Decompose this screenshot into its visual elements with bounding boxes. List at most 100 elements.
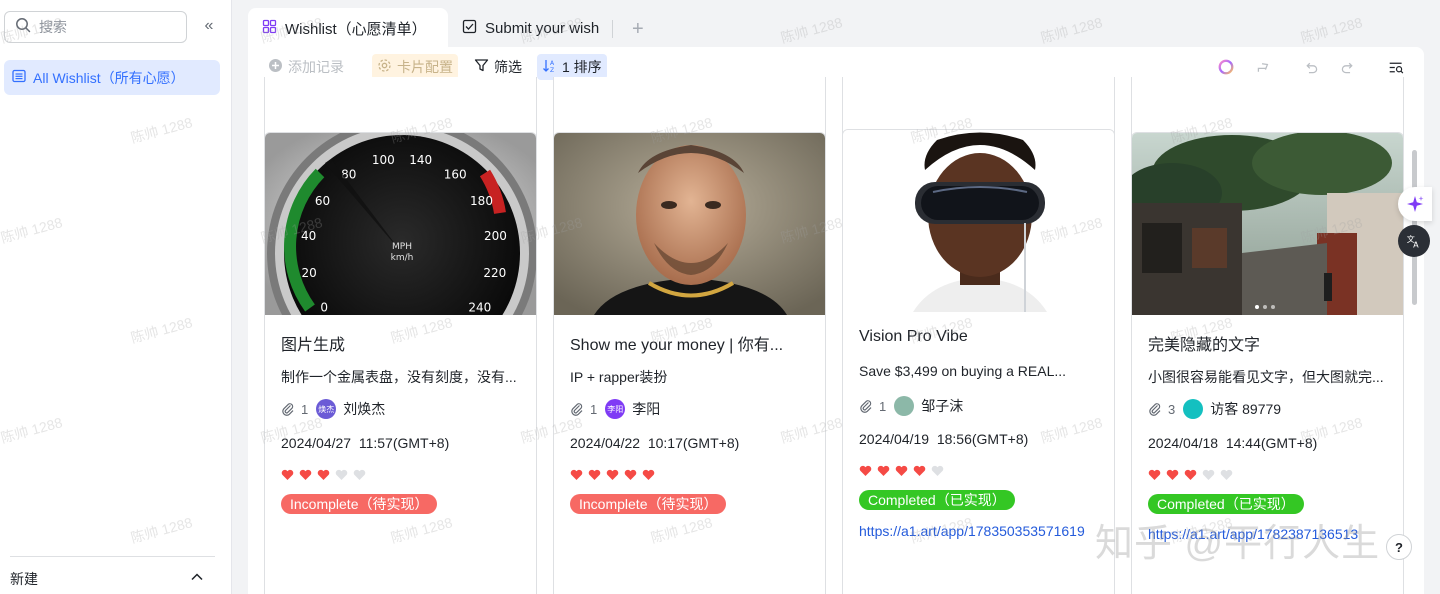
heart-empty-icon[interactable] — [1202, 469, 1215, 481]
heart-filled-icon[interactable] — [317, 469, 330, 481]
heart-filled-icon[interactable] — [1148, 469, 1161, 481]
heart-filled-icon[interactable] — [624, 469, 637, 481]
card-title: Show me your money | 你有... — [570, 337, 784, 354]
gauge-tick-label: 60 — [315, 194, 330, 208]
list-icon — [12, 69, 33, 86]
heart-empty-icon[interactable] — [931, 465, 944, 477]
gauge-tick-label: 40 — [301, 229, 316, 243]
heart-filled-icon[interactable] — [570, 469, 583, 481]
add-record-label: 添加记录 — [288, 59, 344, 75]
sort-icon: AZ — [542, 58, 562, 76]
status-badge: Completed（已实现） — [859, 490, 1015, 510]
card-description: IP + rapper装扮 — [570, 369, 668, 385]
add-circle-icon — [268, 58, 288, 76]
tab-label: Wishlist（心愿清单） — [285, 20, 427, 38]
card-date: 2024/04/27 11:57(GMT+8) — [281, 435, 450, 451]
heart-filled-icon[interactable] — [1166, 469, 1179, 481]
tab-wishlist[interactable]: Wishlist（心愿清单） — [248, 8, 448, 48]
svg-text:Z: Z — [550, 67, 554, 73]
card-3[interactable]: Vision Pro Vibe Save $3,499 on buying a … — [842, 129, 1115, 594]
card-date: 2024/04/19 18:56(GMT+8) — [859, 431, 1029, 447]
gauge-tick-label: 0 — [320, 301, 328, 315]
search-input[interactable] — [39, 19, 169, 35]
gauge-tick-label: 240 — [468, 301, 491, 315]
heart-filled-icon[interactable] — [895, 465, 908, 477]
chevron-up-icon[interactable] — [189, 569, 215, 588]
attachment-count: 1 — [879, 398, 887, 414]
filter-label: 筛选 — [494, 59, 522, 75]
gauge-tick-label: 20 — [302, 266, 317, 280]
rating-hearts — [570, 469, 655, 481]
share-icon[interactable] — [1253, 57, 1273, 77]
redo-icon[interactable] — [1337, 57, 1357, 77]
heart-filled-icon[interactable] — [606, 469, 619, 481]
ai-sparkle-icon[interactable] — [1398, 187, 1432, 221]
card-date: 2024/04/18 14:44(GMT+8) — [1148, 435, 1318, 451]
avatar: 焕杰 — [316, 399, 337, 419]
heart-empty-icon[interactable] — [353, 469, 366, 481]
gauge-tick-label: 140 — [409, 153, 432, 167]
new-label: 新建 — [10, 570, 38, 587]
grid-icon — [262, 19, 285, 38]
card-meta: 1 李阳 李阳 — [570, 399, 660, 419]
heart-filled-icon[interactable] — [299, 469, 312, 481]
card-cover-image — [554, 133, 825, 315]
gauge-tick-label: 180 — [470, 194, 493, 208]
gauge-image: 020406080100 140160180200220240 MPH km/h — [265, 133, 536, 388]
collapse-sidebar-icon[interactable]: « — [199, 16, 219, 36]
tab-bar: Wishlist（心愿清单） Submit your wish + — [248, 8, 1424, 48]
undo-icon[interactable] — [1301, 57, 1321, 77]
rating-hearts — [281, 469, 366, 481]
attachment-count: 1 — [590, 401, 598, 417]
search-icon — [15, 17, 31, 38]
gauge-tick-label: 160 — [444, 167, 467, 181]
user-name: 访客 89779 — [1210, 401, 1282, 417]
portrait-image — [554, 133, 825, 315]
svg-text:A: A — [550, 60, 555, 67]
translate-icon[interactable]: 文A — [1398, 225, 1430, 257]
street-scene-image — [1132, 133, 1403, 315]
user-name: 刘焕杰 — [343, 401, 386, 417]
ai-orb-icon[interactable] — [1216, 57, 1236, 77]
card-cover-image — [1132, 133, 1403, 315]
heart-filled-icon[interactable] — [281, 469, 294, 481]
avatar — [1183, 399, 1204, 419]
gauge-unit-top: MPH — [392, 242, 412, 252]
heart-filled-icon[interactable] — [877, 465, 890, 477]
heart-empty-icon[interactable] — [1220, 469, 1233, 481]
sidebar-item-all-wishlist[interactable]: All Wishlist（所有心愿） — [4, 60, 220, 95]
card-description: 小图很容易能看见文字，但大图就完... — [1148, 369, 1384, 385]
gauge-unit-bottom: km/h — [391, 253, 414, 263]
search-records-icon[interactable] — [1386, 57, 1406, 77]
search-box[interactable] — [4, 11, 187, 43]
paperclip-icon — [571, 403, 583, 416]
gauge-tick-label: 100 — [372, 153, 395, 167]
heart-filled-icon[interactable] — [642, 469, 655, 481]
avatar — [894, 396, 915, 416]
rating-hearts — [859, 465, 944, 477]
card-2[interactable]: Show me your money | 你有... IP + rapper装扮… — [553, 132, 826, 594]
card-date: 2024/04/22 10:17(GMT+8) — [570, 435, 740, 451]
plus-icon[interactable]: + — [632, 18, 644, 41]
card-1[interactable]: 0 20 40 60 80 100 140 160 180 200 220 240 MPH km/h … — [264, 132, 537, 594]
card-meta: 1 焕杰 刘焕杰 — [281, 399, 385, 419]
heart-filled-icon[interactable] — [913, 465, 926, 477]
sidebar-footer[interactable]: 新建 — [10, 556, 215, 594]
card-cover-image: 0 20 40 60 80 100 140 160 180 200 220 240 MPH km/h — [265, 133, 536, 388]
heart-filled-icon[interactable] — [859, 465, 872, 477]
status-badge: Incomplete（待实现） — [281, 494, 438, 514]
heart-filled-icon[interactable] — [1184, 469, 1197, 481]
carousel-dots[interactable] — [1255, 305, 1275, 309]
filter-icon — [474, 58, 494, 76]
svg-text:A: A — [1413, 239, 1419, 249]
sidebar: « All Wishlist（所有心愿） 新建 — [0, 0, 232, 594]
tab-label: Submit your wish — [485, 19, 600, 37]
help-icon[interactable]: ? — [1386, 534, 1412, 560]
app-link[interactable]: https://a1.art/app/178350353571619 — [859, 523, 1085, 539]
card-meta: 3 访客 89779 — [1148, 399, 1281, 419]
sidebar-item-label: All Wishlist（所有心愿） — [33, 69, 185, 86]
heart-filled-icon[interactable] — [588, 469, 601, 481]
heart-empty-icon[interactable] — [335, 469, 348, 481]
tab-submit-wish[interactable]: Submit your wish — [448, 8, 613, 48]
sort-label: 1 排序 — [562, 59, 602, 75]
